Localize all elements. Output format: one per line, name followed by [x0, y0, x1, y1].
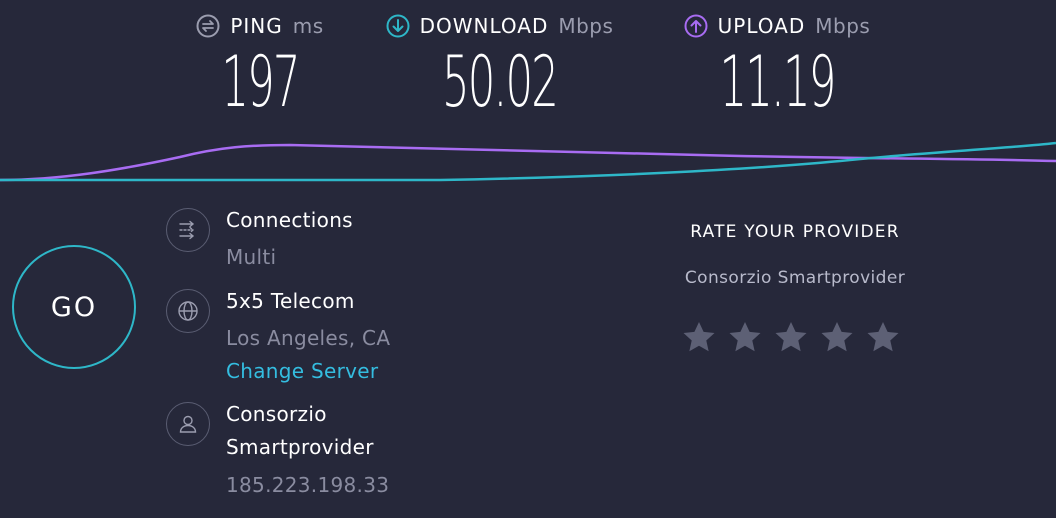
- upload-header: UPLOAD Mbps: [672, 14, 882, 38]
- star-icon[interactable]: [726, 317, 764, 357]
- user-icon: [166, 402, 210, 446]
- server-location: Los Angeles, CA: [226, 326, 391, 350]
- star-icon[interactable]: [864, 317, 902, 357]
- star-icon[interactable]: [680, 317, 718, 357]
- rate-provider-name: Consorzio Smartprovider: [684, 268, 906, 288]
- ping-unit: ms: [292, 14, 324, 38]
- star-icon[interactable]: [818, 317, 856, 357]
- provider-name-line1: Consorzio: [226, 402, 327, 426]
- download-arrow-icon: [386, 14, 410, 38]
- download-label: DOWNLOAD: [419, 14, 549, 38]
- upload-arrow-icon: [684, 14, 708, 38]
- rating-stars: [680, 317, 902, 357]
- star-icon[interactable]: [772, 317, 810, 357]
- server-name: 5x5 Telecom: [226, 289, 355, 313]
- upload-unit: Mbps: [815, 14, 871, 38]
- provider-ip: 185.223.198.33: [226, 473, 390, 497]
- ping-metric: PING ms 197: [190, 14, 330, 122]
- rate-provider-title: RATE YOUR PROVIDER: [690, 222, 900, 242]
- upload-speed-line: [0, 143, 1056, 182]
- connections-label: Connections: [226, 208, 353, 232]
- upload-metric: UPLOAD Mbps 11.19: [672, 14, 882, 122]
- ping-value: 197: [221, 41, 300, 123]
- download-value: 50.02: [442, 41, 559, 123]
- speed-graph: [0, 141, 1056, 182]
- upload-label: UPLOAD: [717, 14, 806, 38]
- provider-name-line2: Smartprovider: [226, 435, 374, 459]
- change-server-link[interactable]: Change Server: [226, 359, 378, 383]
- globe-icon: [166, 289, 210, 333]
- connections-icon: [166, 208, 210, 252]
- ping-label: PING: [230, 14, 283, 38]
- go-button-label: GO: [50, 291, 98, 323]
- download-unit: Mbps: [558, 14, 614, 38]
- go-button[interactable]: GO: [12, 245, 136, 369]
- ping-icon: [196, 14, 220, 38]
- download-header: DOWNLOAD Mbps: [372, 14, 627, 38]
- download-metric: DOWNLOAD Mbps 50.02: [372, 14, 627, 122]
- ping-header: PING ms: [190, 14, 330, 38]
- upload-value: 11.19: [719, 41, 837, 123]
- connections-value: Multi: [226, 245, 277, 269]
